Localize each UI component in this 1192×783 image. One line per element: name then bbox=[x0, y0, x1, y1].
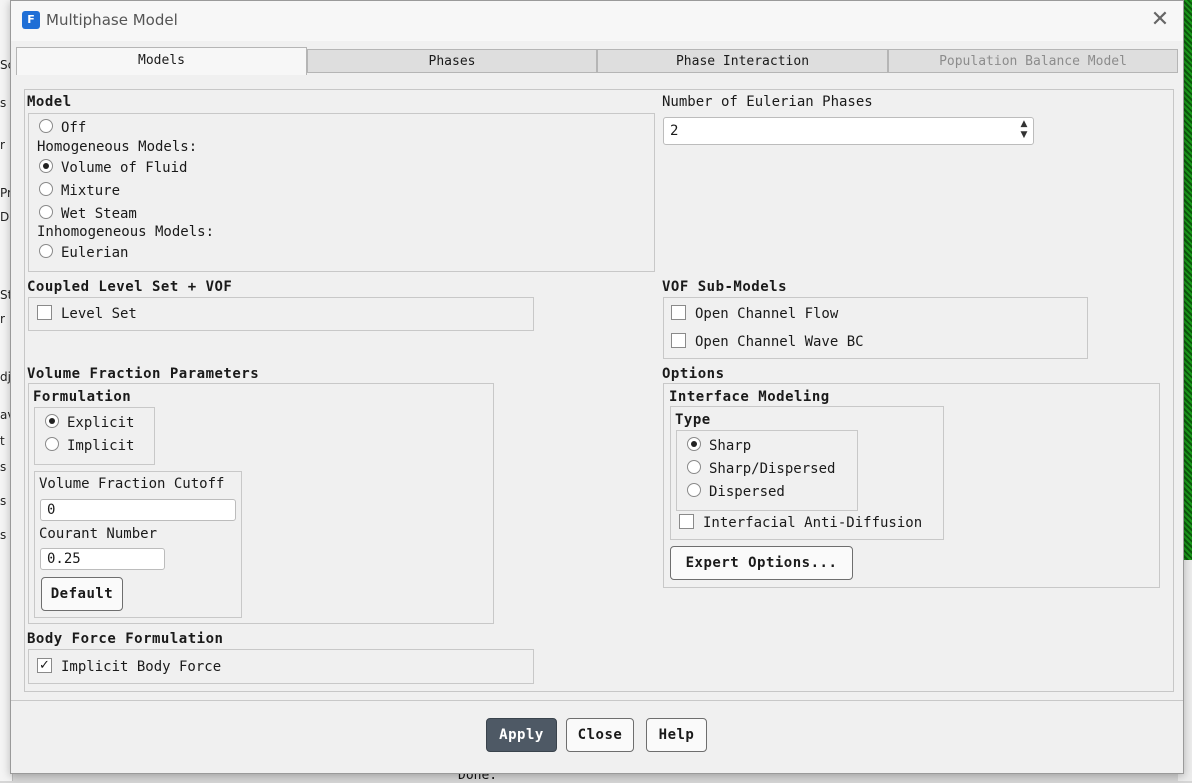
model-vof-radio[interactable]: Volume of Fluid bbox=[39, 157, 187, 179]
bg-fragment: s bbox=[0, 96, 7, 110]
type-title: Type bbox=[675, 412, 711, 428]
model-wet-steam-radio[interactable]: Wet Steam bbox=[39, 203, 137, 225]
tab-models[interactable]: Models bbox=[16, 47, 307, 75]
help-button[interactable]: Help bbox=[646, 718, 707, 752]
checkbox-label: Level Set bbox=[61, 306, 137, 322]
radio-label: Sharp/Dispersed bbox=[709, 461, 836, 477]
models-tab-panel: Model Off Homogeneous Models: Volume of … bbox=[24, 89, 1174, 692]
radio-indicator bbox=[687, 437, 701, 451]
radio-indicator bbox=[39, 244, 53, 258]
title-bar: F Multiphase Model ✕ bbox=[11, 1, 1183, 41]
window-title: Multiphase Model bbox=[46, 11, 178, 29]
radio-label: Off bbox=[61, 120, 87, 136]
formulation-implicit-radio[interactable]: Implicit bbox=[45, 435, 134, 457]
tab-phases[interactable]: Phases bbox=[307, 49, 597, 73]
close-icon[interactable]: ✕ bbox=[1149, 9, 1171, 31]
type-dispersed-radio[interactable]: Dispersed bbox=[687, 481, 785, 503]
eulerian-phases-spinner[interactable]: 2 ▲ ▼ bbox=[663, 117, 1034, 145]
radio-label: Volume of Fluid bbox=[61, 160, 188, 176]
radio-indicator bbox=[39, 182, 53, 196]
radio-indicator bbox=[45, 437, 59, 451]
interface-modeling-title: Interface Modeling bbox=[669, 389, 830, 405]
radio-label: Sharp bbox=[709, 438, 752, 454]
radio-indicator bbox=[39, 159, 53, 173]
courant-number-input[interactable]: 0.25 bbox=[40, 548, 165, 570]
radio-indicator bbox=[687, 460, 701, 474]
checkbox-indicator bbox=[671, 332, 686, 348]
radio-label: Implicit bbox=[67, 438, 135, 454]
homogeneous-models-label: Homogeneous Models: bbox=[37, 139, 198, 155]
checkbox-indicator bbox=[671, 304, 686, 320]
radio-indicator bbox=[39, 119, 53, 133]
fluent-app-icon: F bbox=[22, 11, 40, 29]
coupled-level-set-title: Coupled Level Set + VOF bbox=[27, 279, 233, 295]
expert-options-button[interactable]: Expert Options... bbox=[670, 546, 853, 580]
courant-number-label: Courant Number bbox=[39, 526, 158, 542]
checkbox-label: Open Channel Flow bbox=[695, 306, 839, 322]
checkbox-indicator bbox=[679, 513, 694, 529]
radio-label: Explicit bbox=[67, 415, 135, 431]
close-button[interactable]: Close bbox=[566, 718, 634, 752]
bg-fragment: r bbox=[0, 138, 5, 152]
type-sharp-radio[interactable]: Sharp bbox=[687, 435, 751, 457]
implicit-body-force-checkbox[interactable]: ✓ Implicit Body Force bbox=[37, 656, 221, 678]
eulerian-phases-label: Number of Eulerian Phases bbox=[662, 94, 873, 110]
level-set-checkbox[interactable]: Level Set bbox=[37, 303, 137, 325]
radio-indicator bbox=[687, 483, 701, 497]
open-channel-wave-bc-checkbox[interactable]: Open Channel Wave BC bbox=[671, 331, 864, 353]
spinner-arrows-icon[interactable]: ▲ ▼ bbox=[1018, 119, 1030, 143]
body-force-formulation-title: Body Force Formulation bbox=[27, 631, 224, 647]
spinner-value: 2 bbox=[670, 123, 679, 139]
model-mixture-radio[interactable]: Mixture bbox=[39, 180, 120, 202]
options-title: Options bbox=[662, 366, 725, 382]
model-off-radio[interactable]: Off bbox=[39, 117, 86, 139]
volume-fraction-parameters-title: Volume Fraction Parameters bbox=[27, 366, 260, 382]
bg-fragment: t bbox=[0, 434, 5, 448]
formulation-explicit-radio[interactable]: Explicit bbox=[45, 412, 134, 434]
radio-label: Mixture bbox=[61, 183, 121, 199]
interfacial-anti-diffusion-checkbox[interactable]: Interfacial Anti-Diffusion bbox=[679, 512, 922, 534]
volume-fraction-cutoff-input[interactable]: 0 bbox=[40, 499, 236, 521]
checkbox-label: Interfacial Anti-Diffusion bbox=[703, 515, 923, 531]
checkbox-label: Implicit Body Force bbox=[61, 659, 222, 675]
bg-fragment: s bbox=[0, 460, 7, 474]
inhomogeneous-models-label: Inhomogeneous Models: bbox=[37, 224, 215, 240]
checkbox-label: Open Channel Wave BC bbox=[695, 334, 864, 350]
default-button[interactable]: Default bbox=[41, 577, 123, 611]
bg-fragment: s bbox=[0, 528, 7, 542]
model-eulerian-radio[interactable]: Eulerian bbox=[39, 242, 128, 264]
bg-fragment: s bbox=[0, 494, 7, 508]
bg-fragment: r bbox=[0, 312, 5, 326]
type-sharp-dispersed-radio[interactable]: Sharp/Dispersed bbox=[687, 458, 835, 480]
radio-indicator bbox=[39, 205, 53, 219]
formulation-title: Formulation bbox=[33, 389, 132, 405]
radio-label: Eulerian bbox=[61, 245, 129, 261]
open-channel-flow-checkbox[interactable]: Open Channel Flow bbox=[671, 303, 838, 325]
volume-fraction-cutoff-label: Volume Fraction Cutoff bbox=[39, 476, 225, 492]
tab-bar: Models Phases Phase Interaction Populati… bbox=[16, 47, 1178, 75]
radio-label: Dispersed bbox=[709, 484, 785, 500]
tab-phase-interaction[interactable]: Phase Interaction bbox=[597, 49, 888, 73]
footer-divider bbox=[11, 700, 1183, 701]
vof-sub-models-title: VOF Sub-Models bbox=[662, 279, 788, 295]
radio-indicator bbox=[45, 414, 59, 428]
radio-label: Wet Steam bbox=[61, 206, 137, 222]
model-section-title: Model bbox=[27, 94, 72, 110]
multiphase-model-dialog: F Multiphase Model ✕ Models Phases Phase… bbox=[10, 0, 1184, 774]
apply-button[interactable]: Apply bbox=[486, 718, 557, 752]
checkmark-icon: ✓ bbox=[37, 657, 52, 673]
tab-population-balance-model: Population Balance Model bbox=[888, 49, 1178, 73]
checkbox-indicator bbox=[37, 304, 52, 320]
